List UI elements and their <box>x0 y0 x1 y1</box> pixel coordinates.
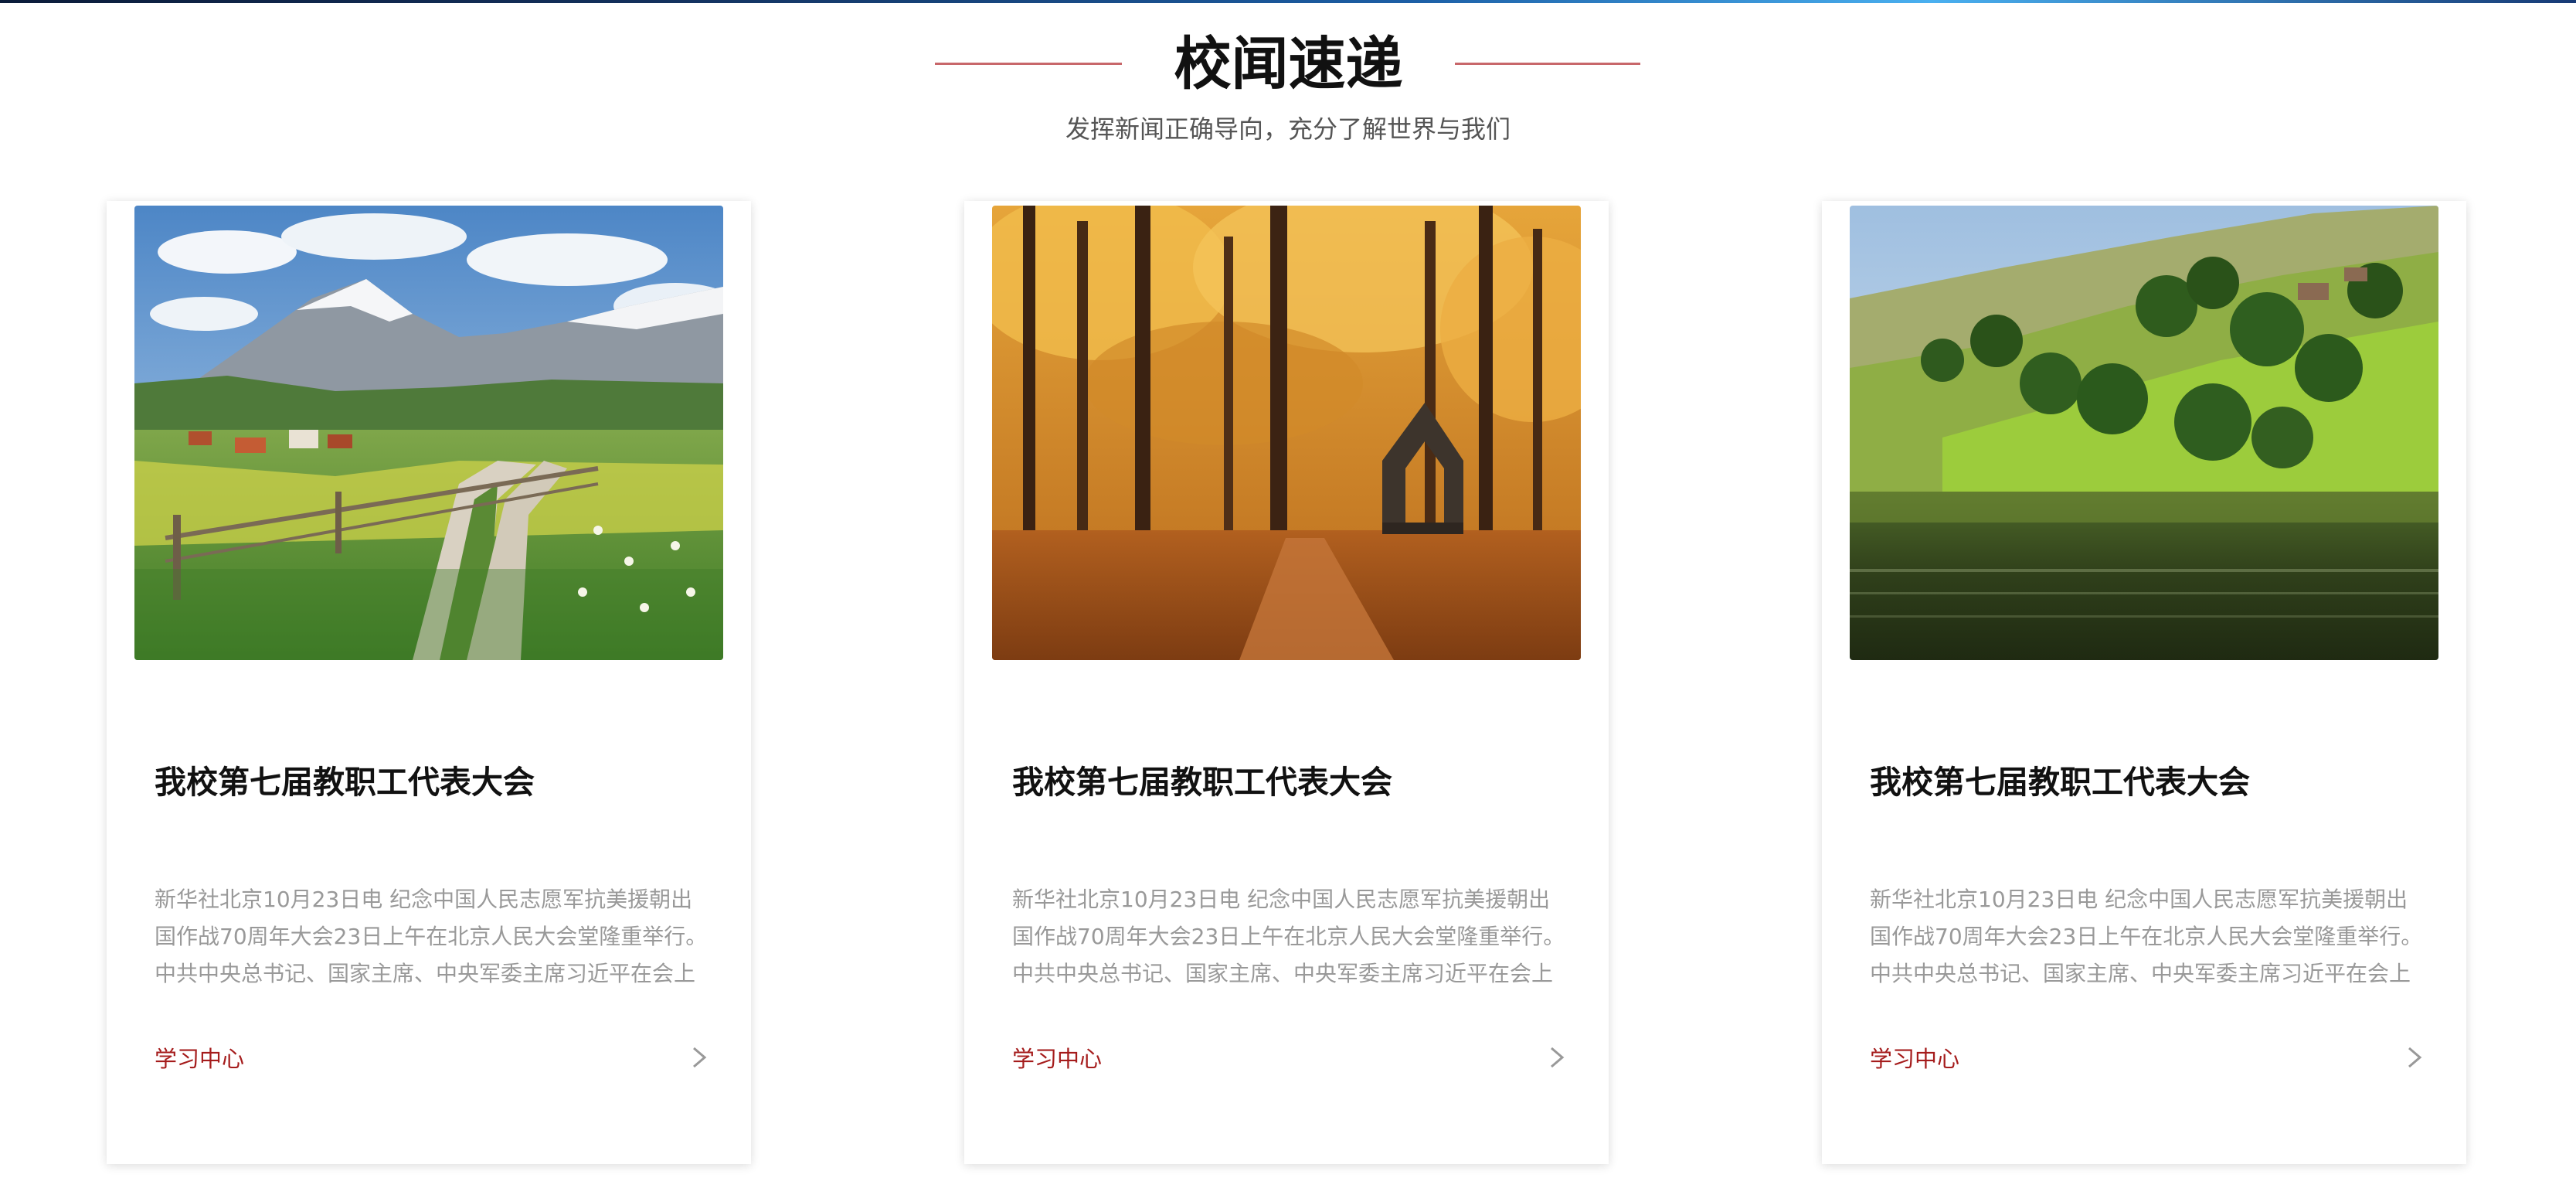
learning-center-link[interactable]: 学习中心 <box>155 1042 244 1076</box>
news-title[interactable]: 我校第七届教职工代表大会 <box>1870 759 2426 805</box>
news-excerpt: 新华社北京10月23日电 纪念中国人民志愿军抗美援朝出国作战70周年大会23日上… <box>1012 887 1565 986</box>
news-card[interactable]: 我校第七届教职工代表大会 新华社北京10月23日电 纪念中国人民志愿军抗美援朝出… <box>107 201 751 1164</box>
news-title[interactable]: 我校第七届教职工代表大会 <box>155 759 711 805</box>
section-header: 校闻速递 发挥新闻正确导向，充分了解世界与我们 <box>0 0 2576 155</box>
title-divider-left <box>935 63 1122 65</box>
learning-center-link[interactable]: 学习中心 <box>1870 1042 1959 1076</box>
news-card[interactable]: 我校第七届教职工代表大会 新华社北京10月23日电 纪念中国人民志愿军抗美援朝出… <box>964 201 1609 1164</box>
section-title: 校闻速递 <box>1174 31 1403 97</box>
news-title[interactable]: 我校第七届教职工代表大会 <box>1012 759 1568 805</box>
section-subtitle: 发挥新闻正确导向，充分了解世界与我们 <box>1065 114 1511 144</box>
news-excerpt: 新华社北京10月23日电 纪念中国人民志愿军抗美援朝出国作战70周年大会23日上… <box>155 887 708 986</box>
title-divider-right <box>1455 63 1640 65</box>
news-card[interactable]: 我校第七届教职工代表大会 新华社北京10月23日电 纪念中国人民志愿军抗美援朝出… <box>1822 201 2466 1164</box>
learning-center-link[interactable]: 学习中心 <box>1012 1042 1102 1076</box>
news-image-autumn-forest[interactable] <box>992 206 1581 660</box>
news-image-green-hills-lake[interactable] <box>1850 206 2438 660</box>
chevron-right-icon[interactable] <box>2403 1040 2426 1074</box>
chevron-right-icon[interactable] <box>1545 1040 1568 1074</box>
news-excerpt: 新华社北京10月23日电 纪念中国人民志愿军抗美援朝出国作战70周年大会23日上… <box>1870 887 2423 986</box>
news-image-alpine-valley[interactable] <box>134 206 723 660</box>
chevron-right-icon[interactable] <box>688 1040 711 1074</box>
